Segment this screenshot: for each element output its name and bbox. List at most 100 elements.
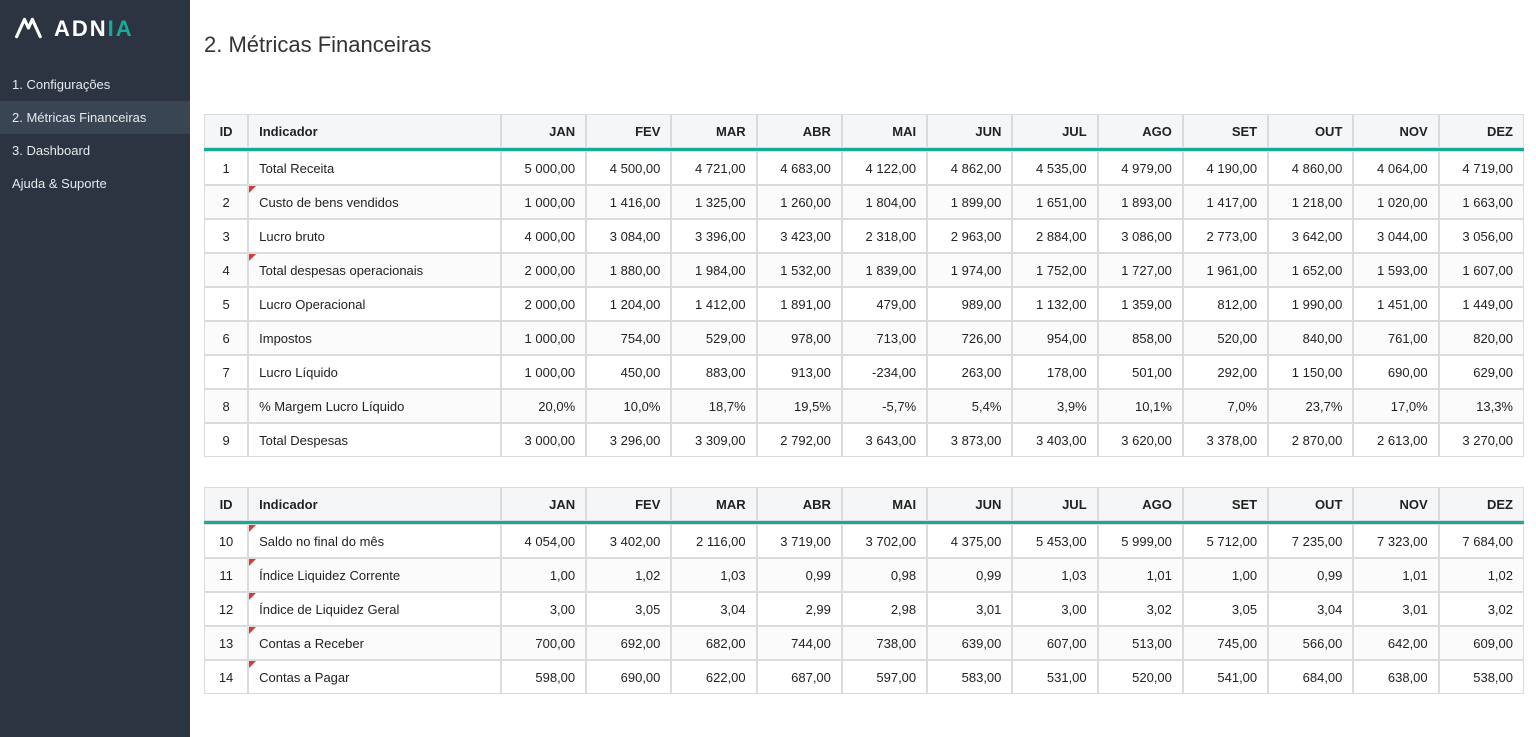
cell-value: 0,99 (757, 558, 842, 592)
brand-name-accent: IA (108, 16, 134, 41)
table-row: 4Total despesas operacionais2 000,001 88… (204, 253, 1524, 287)
cell-value: 744,00 (757, 626, 842, 660)
cell-value: 3 056,00 (1439, 219, 1524, 253)
cell-value: 1 984,00 (671, 253, 756, 287)
col-month: JAN (501, 487, 586, 521)
cell-indicator: Lucro Líquido (248, 355, 501, 389)
cell-value: 3 309,00 (671, 423, 756, 457)
table-row: 1Total Receita5 000,004 500,004 721,004 … (204, 151, 1524, 185)
cell-value: 1 727,00 (1098, 253, 1183, 287)
sidebar-item-3[interactable]: Ajuda & Suporte (0, 167, 190, 200)
cell-value: -5,7% (842, 389, 927, 423)
cell-value: 7,0% (1183, 389, 1268, 423)
app-root: ADNIA 1. Configurações2. Métricas Financ… (0, 0, 1536, 737)
cell-value: 10,1% (1098, 389, 1183, 423)
cell-value: 2 884,00 (1012, 219, 1097, 253)
cell-value: 3,01 (1353, 592, 1438, 626)
col-month: ABR (757, 487, 842, 521)
cell-value: 1 752,00 (1012, 253, 1097, 287)
cell-indicator: Contas a Pagar (248, 660, 501, 694)
sidebar-nav: 1. Configurações2. Métricas Financeiras3… (0, 68, 190, 200)
cell-value: 292,00 (1183, 355, 1268, 389)
cell-value: 3 396,00 (671, 219, 756, 253)
cell-value: 5 999,00 (1098, 524, 1183, 558)
cell-value: 501,00 (1098, 355, 1183, 389)
cell-value: 4 860,00 (1268, 151, 1353, 185)
cell-value: 4 375,00 (927, 524, 1012, 558)
cell-value: 1,02 (586, 558, 671, 592)
col-month: ABR (757, 114, 842, 148)
col-indicator: Indicador (248, 114, 501, 148)
cell-value: 745,00 (1183, 626, 1268, 660)
cell-value: 5 712,00 (1183, 524, 1268, 558)
cell-value: 3,05 (1183, 592, 1268, 626)
cell-value: 4 190,00 (1183, 151, 1268, 185)
cell-value: 1 000,00 (501, 355, 586, 389)
sidebar-item-0[interactable]: 1. Configurações (0, 68, 190, 101)
cell-value: 1 325,00 (671, 185, 756, 219)
cell-value: 1 132,00 (1012, 287, 1097, 321)
cell-value: 4 000,00 (501, 219, 586, 253)
cell-value: 1,00 (501, 558, 586, 592)
cell-value: 913,00 (757, 355, 842, 389)
cell-value: 3 084,00 (586, 219, 671, 253)
cell-value: 1 416,00 (586, 185, 671, 219)
col-month: JUN (927, 114, 1012, 148)
cell-value: 692,00 (586, 626, 671, 660)
col-month: JUL (1012, 487, 1097, 521)
cell-id: 12 (204, 592, 248, 626)
cell-value: 20,0% (501, 389, 586, 423)
cell-value: 1 880,00 (586, 253, 671, 287)
cell-value: 3,02 (1098, 592, 1183, 626)
cell-value: 4 979,00 (1098, 151, 1183, 185)
cell-value: 1 663,00 (1439, 185, 1524, 219)
cell-value: 3,01 (927, 592, 1012, 626)
cell-value: 3 702,00 (842, 524, 927, 558)
cell-id: 9 (204, 423, 248, 457)
cell-value: 690,00 (1353, 355, 1438, 389)
col-month: DEZ (1439, 114, 1524, 148)
cell-value: 629,00 (1439, 355, 1524, 389)
table-row: 7Lucro Líquido1 000,00450,00883,00913,00… (204, 355, 1524, 389)
cell-value: 2 318,00 (842, 219, 927, 253)
cell-value: 598,00 (501, 660, 586, 694)
page-title: 2. Métricas Financeiras (204, 32, 1536, 58)
cell-value: 1,01 (1353, 558, 1438, 592)
cell-value: 3 270,00 (1439, 423, 1524, 457)
sidebar-item-2[interactable]: 3. Dashboard (0, 134, 190, 167)
cell-value: 3,02 (1439, 592, 1524, 626)
cell-value: 23,7% (1268, 389, 1353, 423)
cell-value: 1 204,00 (586, 287, 671, 321)
table-row: 11Índice Liquidez Corrente1,001,021,030,… (204, 558, 1524, 592)
metrics-table: IDIndicadorJANFEVMARABRMAIJUNJULAGOSETOU… (204, 487, 1524, 694)
cell-indicator: Contas a Receber (248, 626, 501, 660)
col-month: DEZ (1439, 487, 1524, 521)
table-row: 14Contas a Pagar598,00690,00622,00687,00… (204, 660, 1524, 694)
cell-value: 1 593,00 (1353, 253, 1438, 287)
table-row: 8% Margem Lucro Líquido20,0%10,0%18,7%19… (204, 389, 1524, 423)
cell-value: 1 891,00 (757, 287, 842, 321)
cell-value: 5,4% (927, 389, 1012, 423)
cell-value: 2 870,00 (1268, 423, 1353, 457)
cell-value: 3,00 (501, 592, 586, 626)
cell-value: 1 532,00 (757, 253, 842, 287)
col-indicator: Indicador (248, 487, 501, 521)
col-month: OUT (1268, 114, 1353, 148)
cell-value: 450,00 (586, 355, 671, 389)
brand-name-primary: ADN (54, 16, 108, 41)
col-month: SET (1183, 487, 1268, 521)
sidebar-item-1[interactable]: 2. Métricas Financeiras (0, 101, 190, 134)
cell-value: 1,03 (671, 558, 756, 592)
cell-indicator: % Margem Lucro Líquido (248, 389, 501, 423)
cell-indicator: Saldo no final do mês (248, 524, 501, 558)
cell-value: 2 963,00 (927, 219, 1012, 253)
cell-value: 263,00 (927, 355, 1012, 389)
cell-value: 520,00 (1183, 321, 1268, 355)
cell-value: 2,99 (757, 592, 842, 626)
table-row: 13Contas a Receber700,00692,00682,00744,… (204, 626, 1524, 660)
table-row: 2Custo de bens vendidos1 000,001 416,001… (204, 185, 1524, 219)
col-month: JUL (1012, 114, 1097, 148)
cell-id: 1 (204, 151, 248, 185)
cell-value: 1 000,00 (501, 321, 586, 355)
cell-value: 3,04 (671, 592, 756, 626)
